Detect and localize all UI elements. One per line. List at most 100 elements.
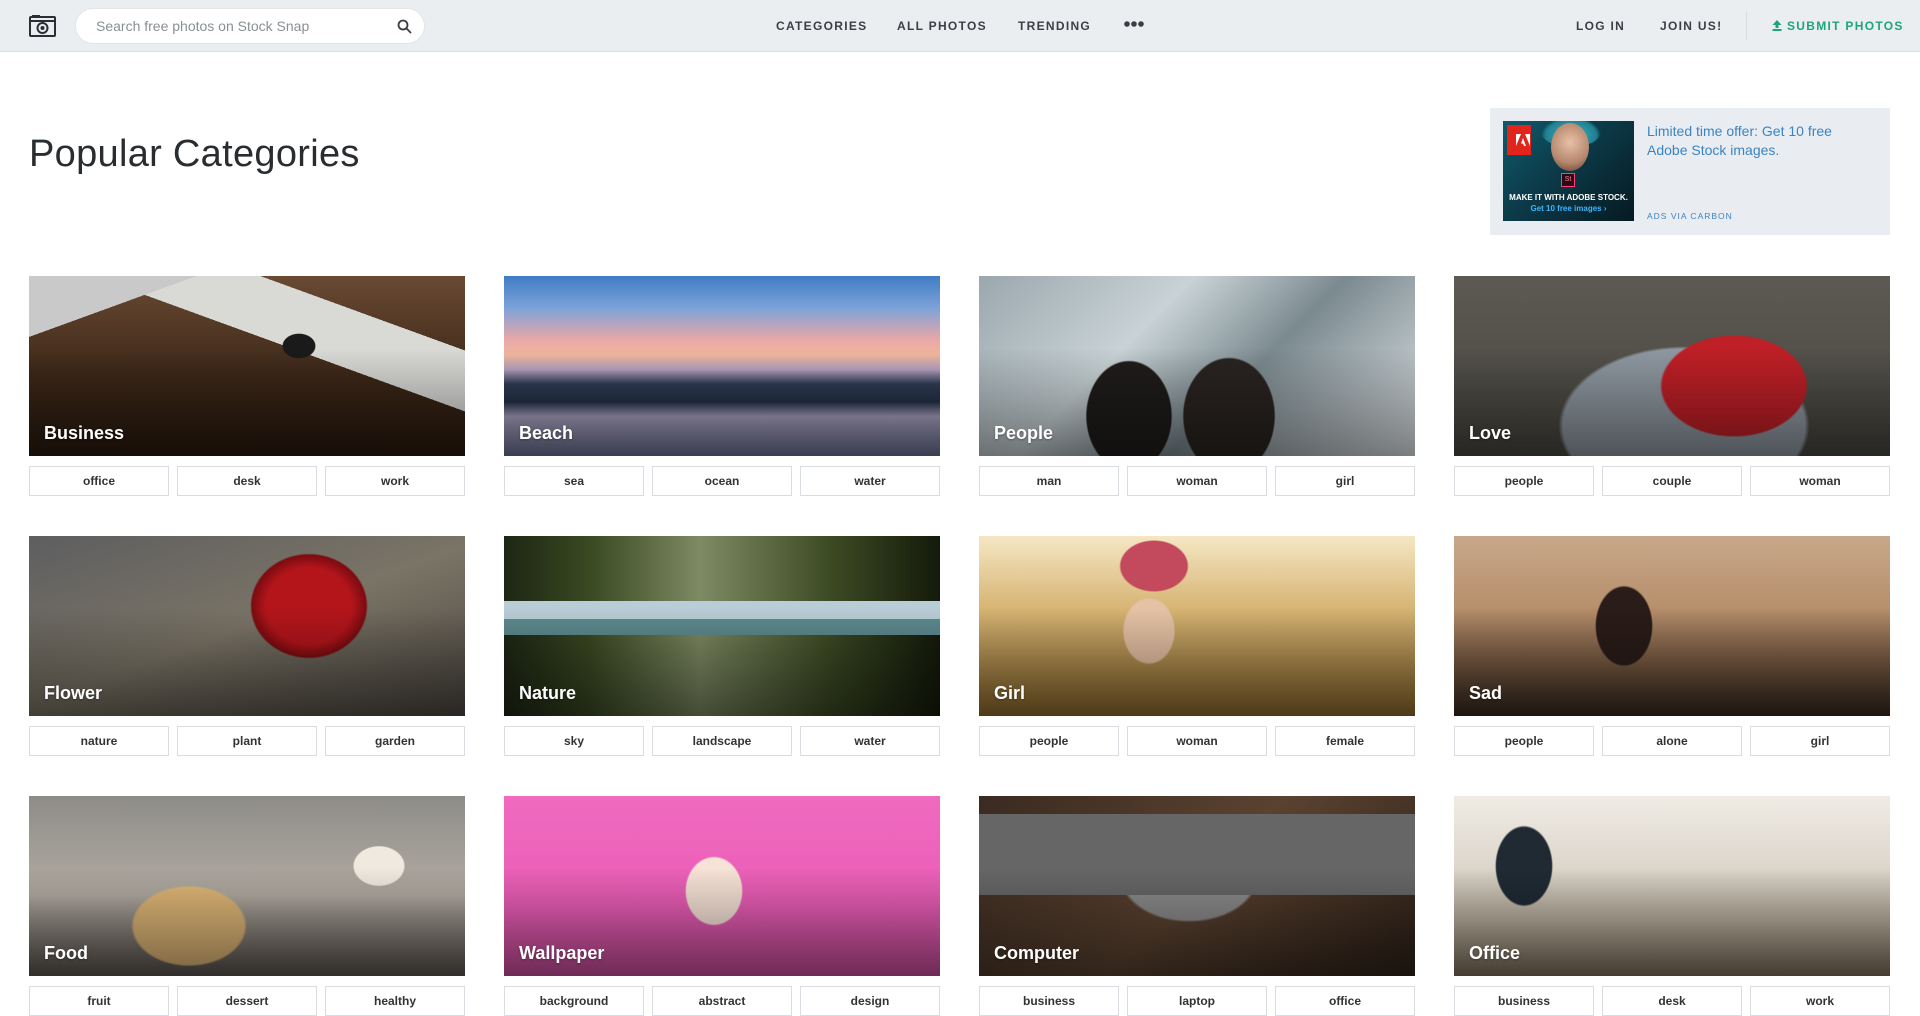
category-photo[interactable]: Business (29, 276, 465, 456)
tag-button[interactable]: woman (1127, 466, 1267, 496)
ad-stock-badge: St (1561, 173, 1575, 187)
tag-button[interactable]: people (1454, 726, 1594, 756)
tag-button[interactable]: water (800, 466, 940, 496)
ad-image-cta: Get 10 free images › (1530, 204, 1607, 213)
category-card-people: People man woman girl (979, 276, 1415, 496)
category-photo[interactable]: People (979, 276, 1415, 456)
category-title: People (994, 423, 1054, 443)
category-card-office: Office business desk work (1454, 796, 1890, 1016)
category-title: Flower (44, 683, 103, 703)
category-card-business: Business office desk work (29, 276, 465, 496)
category-title: Computer (994, 943, 1079, 963)
page-title: Popular Categories (29, 133, 360, 175)
tag-list: office desk work (29, 466, 465, 496)
ellipsis-icon[interactable] (1123, 20, 1145, 28)
tag-button[interactable]: woman (1750, 466, 1890, 496)
top-navigation-bar: CATEGORIES ALL PHOTOS TRENDING LOG IN JO… (0, 0, 1920, 52)
category-photo[interactable]: Nature (504, 536, 940, 716)
tag-button[interactable]: laptop (1127, 986, 1267, 1016)
search-input[interactable] (96, 9, 386, 43)
search-bar (75, 8, 425, 44)
category-card-sad: Sad people alone girl (1454, 536, 1890, 756)
nav-divider (1746, 12, 1747, 40)
tag-button[interactable]: abstract (652, 986, 792, 1016)
tag-button[interactable]: sky (504, 726, 644, 756)
nav-categories[interactable]: CATEGORIES (776, 19, 867, 33)
login-link[interactable]: LOG IN (1576, 19, 1625, 33)
category-title: Business (44, 423, 125, 443)
category-photo[interactable]: Beach (504, 276, 940, 456)
category-photo[interactable]: Food (29, 796, 465, 976)
tag-button[interactable]: man (979, 466, 1119, 496)
category-photo[interactable]: Sad (1454, 536, 1890, 716)
carbon-ad: St MAKE IT WITH ADOBE STOCK. Get 10 free… (1490, 108, 1890, 235)
tag-list: business desk work (1454, 986, 1890, 1016)
nav-all-photos[interactable]: ALL PHOTOS (897, 19, 987, 33)
category-photo[interactable]: Girl (979, 536, 1415, 716)
tag-button[interactable]: fruit (29, 986, 169, 1016)
tag-button[interactable]: landscape (652, 726, 792, 756)
category-photo[interactable]: Office (1454, 796, 1890, 976)
category-photo[interactable]: Love (1454, 276, 1890, 456)
category-card-food: Food fruit dessert healthy (29, 796, 465, 1016)
tag-list: business laptop office (979, 986, 1415, 1016)
adobe-logo-icon (1516, 134, 1530, 146)
tag-button[interactable]: people (979, 726, 1119, 756)
tag-button[interactable]: dessert (177, 986, 317, 1016)
tag-button[interactable]: office (29, 466, 169, 496)
ad-model-face (1551, 123, 1589, 171)
tag-list: people woman female (979, 726, 1415, 756)
photo-overlay (1454, 348, 1890, 456)
upload-icon (1772, 20, 1782, 31)
tag-button[interactable]: healthy (325, 986, 465, 1016)
category-title: Wallpaper (519, 943, 605, 963)
tag-button[interactable]: ocean (652, 466, 792, 496)
category-photo[interactable]: Wallpaper (504, 796, 940, 976)
category-card-computer: Computer business laptop office (979, 796, 1415, 1016)
tag-button[interactable]: desk (1602, 986, 1742, 1016)
category-card-flower: Flower nature plant garden (29, 536, 465, 756)
tag-button[interactable]: sea (504, 466, 644, 496)
tag-list: fruit dessert healthy (29, 986, 465, 1016)
ad-text-link[interactable]: Limited time offer: Get 10 free Adobe St… (1647, 122, 1872, 160)
category-card-beach: Beach sea ocean water (504, 276, 940, 496)
join-link[interactable]: JOIN US! (1660, 19, 1722, 33)
category-card-love: Love people couple woman (1454, 276, 1890, 496)
tag-button[interactable]: work (325, 466, 465, 496)
tag-list: people alone girl (1454, 726, 1890, 756)
submit-photos-label: SUBMIT PHOTOS (1787, 19, 1904, 33)
ads-via-carbon-link[interactable]: ADS VIA CARBON (1647, 211, 1733, 221)
nav-trending[interactable]: TRENDING (1018, 19, 1091, 33)
submit-photos-link[interactable]: SUBMIT PHOTOS (1772, 19, 1904, 33)
ad-image[interactable]: St MAKE IT WITH ADOBE STOCK. Get 10 free… (1503, 121, 1634, 221)
search-icon[interactable] (397, 19, 412, 34)
tag-button[interactable]: woman (1127, 726, 1267, 756)
tag-button[interactable]: couple (1602, 466, 1742, 496)
tag-button[interactable]: business (979, 986, 1119, 1016)
tag-button[interactable]: water (800, 726, 940, 756)
tag-button[interactable]: design (800, 986, 940, 1016)
category-card-nature: Nature sky landscape water (504, 536, 940, 756)
category-photo[interactable]: Computer (979, 796, 1415, 976)
tag-button[interactable]: girl (1275, 466, 1415, 496)
tag-button[interactable]: people (1454, 466, 1594, 496)
tag-list: sea ocean water (504, 466, 940, 496)
tag-button[interactable]: nature (29, 726, 169, 756)
category-title: Love (1469, 423, 1512, 443)
category-photo[interactable]: Flower (29, 536, 465, 716)
tag-button[interactable]: female (1275, 726, 1415, 756)
tag-button[interactable]: girl (1750, 726, 1890, 756)
category-title: Office (1469, 943, 1521, 963)
tag-list: sky landscape water (504, 726, 940, 756)
photo-overlay (979, 608, 1415, 716)
tag-button[interactable]: business (1454, 986, 1594, 1016)
tag-button[interactable]: garden (325, 726, 465, 756)
tag-button[interactable]: alone (1602, 726, 1742, 756)
tag-button[interactable]: office (1275, 986, 1415, 1016)
tag-button[interactable]: plant (177, 726, 317, 756)
tag-button[interactable]: work (1750, 986, 1890, 1016)
tag-button[interactable]: desk (177, 466, 317, 496)
camera-icon[interactable] (29, 14, 56, 37)
category-title: Beach (519, 423, 574, 443)
tag-button[interactable]: background (504, 986, 644, 1016)
